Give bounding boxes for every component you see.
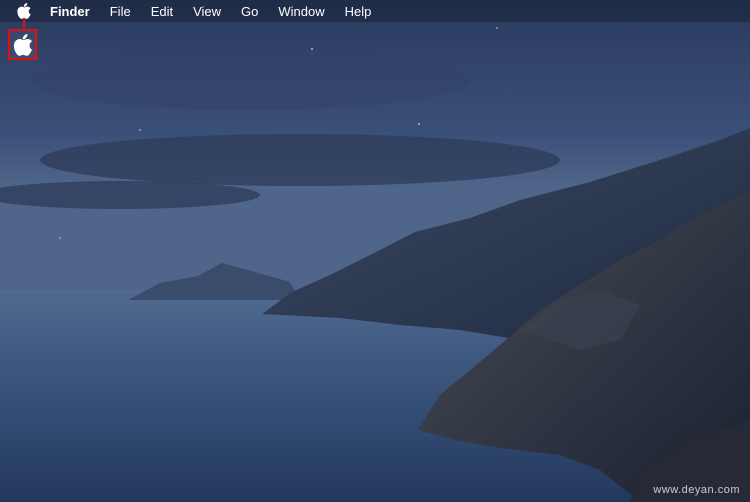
apple-logo-icon: [13, 33, 33, 56]
menu-help[interactable]: Help: [345, 4, 372, 19]
menu-window[interactable]: Window: [278, 4, 324, 19]
apple-logo-icon: [17, 3, 31, 19]
menu-bar: Finder File Edit View Go Window Help: [0, 0, 750, 22]
menu-edit[interactable]: Edit: [151, 4, 173, 19]
menu-view[interactable]: View: [193, 4, 221, 19]
desktop-wallpaper: [0, 0, 750, 502]
menu-file[interactable]: File: [110, 4, 131, 19]
desktop-screen: Finder File Edit View Go Window Help www…: [0, 0, 750, 502]
menu-go[interactable]: Go: [241, 4, 258, 19]
menu-finder[interactable]: Finder: [50, 4, 90, 19]
apple-menu-callout: [8, 29, 37, 60]
watermark-text: www.deyan.com: [653, 484, 740, 496]
